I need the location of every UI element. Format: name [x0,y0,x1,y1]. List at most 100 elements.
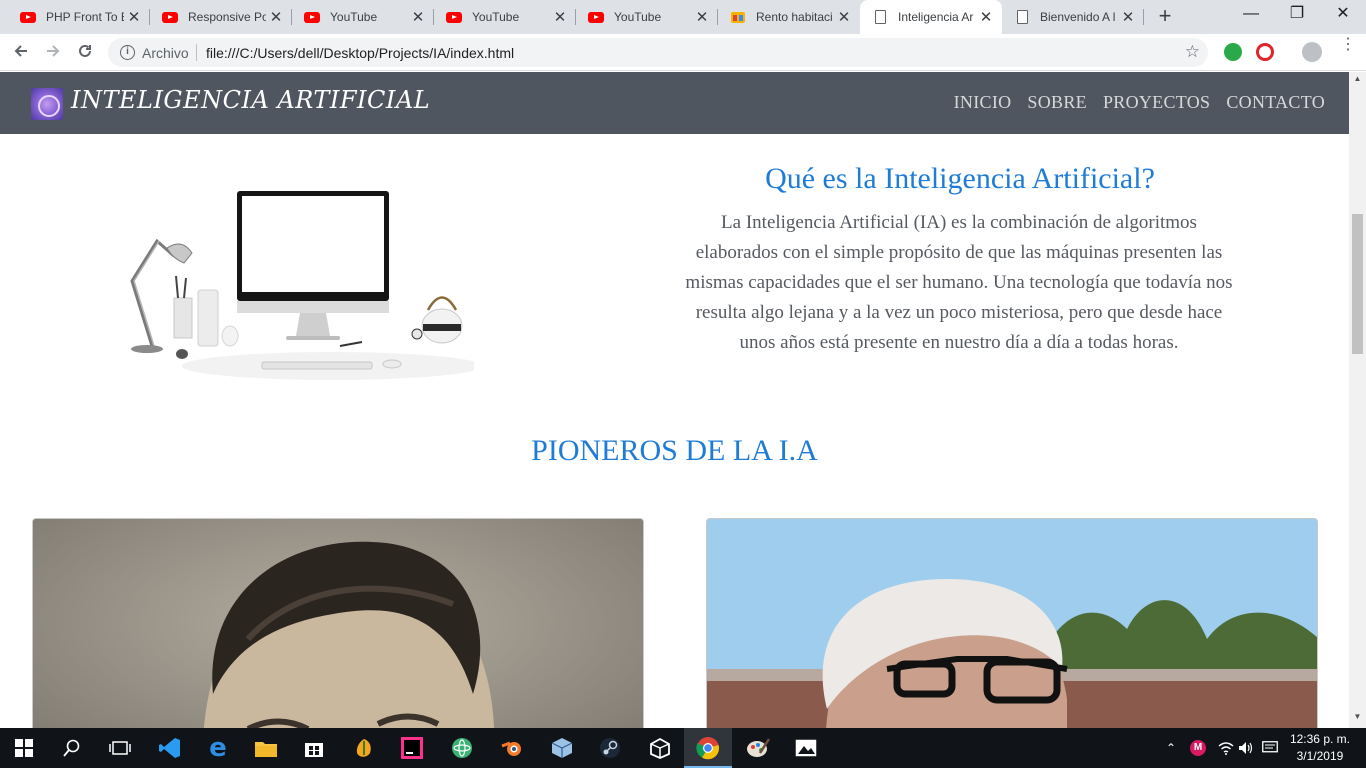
paint-icon[interactable] [734,728,782,768]
close-window-button[interactable]: ✕ [1320,0,1366,30]
site-icon [730,9,746,25]
tab-title: Inteligencia Ar [898,10,974,24]
close-icon[interactable]: ✕ [834,8,854,26]
photos-icon[interactable] [782,728,830,768]
profile-avatar-icon[interactable] [1302,42,1322,62]
blender-icon[interactable] [488,728,536,768]
close-icon[interactable]: ✕ [550,8,570,26]
taskbar-clock[interactable]: 12:36 p. m. 3/1/2019 [1290,731,1350,765]
tab-title: Bienvenido A l [1040,10,1116,24]
steam-icon[interactable] [586,728,634,768]
browser-toolbar: i Archivo file:///C:/Users/dell/Desktop/… [0,34,1366,71]
intellij-icon[interactable] [388,728,436,768]
back-button[interactable] [8,40,34,66]
search-icon[interactable] [48,728,96,768]
close-icon[interactable]: ✕ [266,8,286,26]
scroll-up-icon[interactable]: ▲ [1349,74,1366,88]
portrait-photo-image [33,519,643,728]
edge-icon[interactable]: e [194,728,242,768]
windows-start-icon[interactable] [0,728,48,768]
bookmark-star-icon[interactable]: ☆ [1185,42,1200,62]
site-navbar: INTELIGENCIA ARTIFICIAL INICIO SOBRE PRO… [0,72,1349,134]
document-icon [872,9,888,25]
nav-link-sobre[interactable]: SOBRE [1027,92,1087,113]
close-icon[interactable]: ✕ [1118,8,1138,26]
file-explorer-icon[interactable] [242,728,290,768]
atom-icon[interactable] [438,728,486,768]
tab-title: YouTube [330,10,378,24]
scroll-thumb[interactable] [1352,214,1363,354]
youtube-icon [20,9,36,25]
close-icon[interactable]: ✕ [692,8,712,26]
gmail-notifier-icon[interactable]: M [1190,728,1206,768]
arrow-right-icon [47,45,60,57]
youtube-icon [446,9,462,25]
show-hidden-icons-icon[interactable]: ⌃ [1166,728,1176,768]
clock-date: 3/1/2019 [1296,749,1344,763]
tab-title: PHP Front To B [46,10,124,24]
browser-tab-6[interactable]: Rento habitaci ✕ [718,0,860,34]
restore-button[interactable]: ❐ [1274,0,1320,30]
browser-tab-1[interactable]: PHP Front To B ✕ [8,0,150,34]
close-icon[interactable]: ✕ [124,8,144,26]
task-view-icon[interactable] [96,728,144,768]
tab-title: YouTube [472,10,520,24]
youtube-icon [162,9,178,25]
youtube-icon [588,9,604,25]
wifi-icon[interactable] [1218,728,1234,768]
page-scrollbar[interactable]: ▲ ▼ [1349,72,1366,728]
address-bar[interactable]: i Archivo file:///C:/Users/dell/Desktop/… [108,38,1208,67]
browser-tab-strip: PHP Front To B ✕ Responsive Po ✕ YouTube… [0,0,1366,34]
evernote-extension-icon[interactable] [1224,43,1242,61]
nav-link-contacto[interactable]: CONTACTO [1226,92,1325,113]
hero-title: Qué es la Inteligencia Artificial? [765,162,1155,195]
store-icon[interactable] [290,728,338,768]
scheme-label: Archivo [142,45,189,61]
hero-paragraph: La Inteligencia Artificial (IA) es la co… [685,212,1233,353]
desk-computer-image [130,191,474,380]
notifications-icon[interactable] [1262,728,1278,768]
unity-icon[interactable] [636,728,684,768]
nav-link-inicio[interactable]: INICIO [954,92,1012,113]
chrome-icon[interactable] [684,728,732,768]
youtube-icon [304,9,320,25]
browser-tab-8[interactable]: Bienvenido A l ✕ [1002,0,1144,34]
close-icon[interactable]: ✕ [976,8,996,26]
forward-button[interactable] [40,40,66,66]
menu-kebab-icon[interactable]: ⋮ [1340,37,1356,60]
browser-tab-4[interactable]: YouTube ✕ [434,0,576,34]
opera-extension-icon[interactable] [1256,43,1274,61]
fl-studio-icon[interactable] [340,728,388,768]
pioneer-photo-right [706,518,1318,728]
brain-logo-icon[interactable] [31,88,63,120]
teapot-icon [411,296,463,344]
browser-tab-5[interactable]: YouTube ✕ [576,0,718,34]
page-viewport: INTELIGENCIA ARTIFICIAL INICIO SOBRE PRO… [0,72,1349,728]
volume-icon[interactable] [1238,728,1254,768]
document-icon [1014,9,1030,25]
tab-title: Rento habitaci [756,10,833,24]
pioneers-title: PIONEROS DE LA I.A [531,434,818,467]
nav-link-proyectos[interactable]: PROYECTOS [1103,92,1210,113]
reload-icon [79,44,91,57]
pioneer-photo-left [32,518,644,728]
windows-taskbar: e ⌃ M 12:36 p. m. 3/1/2019 [0,728,1366,768]
browser-tab-3[interactable]: YouTube ✕ [292,0,434,34]
portrait-photo-image [707,519,1317,728]
browser-tab-7-active[interactable]: Inteligencia Ar ✕ [860,0,1002,34]
tab-title: YouTube [614,10,662,24]
site-nav-links: INICIO SOBRE PROYECTOS CONTACTO [954,92,1325,113]
minimize-button[interactable]: — [1228,0,1274,30]
site-brand[interactable]: INTELIGENCIA ARTIFICIAL [71,86,430,114]
close-icon[interactable]: ✕ [408,8,428,26]
info-icon[interactable]: i [120,45,135,60]
virtualbox-icon[interactable] [538,728,586,768]
arrow-left-icon [14,45,27,57]
new-tab-button[interactable]: + [1152,4,1178,30]
scroll-down-icon[interactable]: ▼ [1349,712,1366,726]
browser-tab-2[interactable]: Responsive Po ✕ [150,0,292,34]
vscode-icon[interactable] [146,728,194,768]
url-text[interactable]: file:///C:/Users/dell/Desktop/Projects/I… [206,45,514,61]
clock-time: 12:36 p. m. [1289,732,1350,746]
reload-button[interactable] [72,40,98,66]
